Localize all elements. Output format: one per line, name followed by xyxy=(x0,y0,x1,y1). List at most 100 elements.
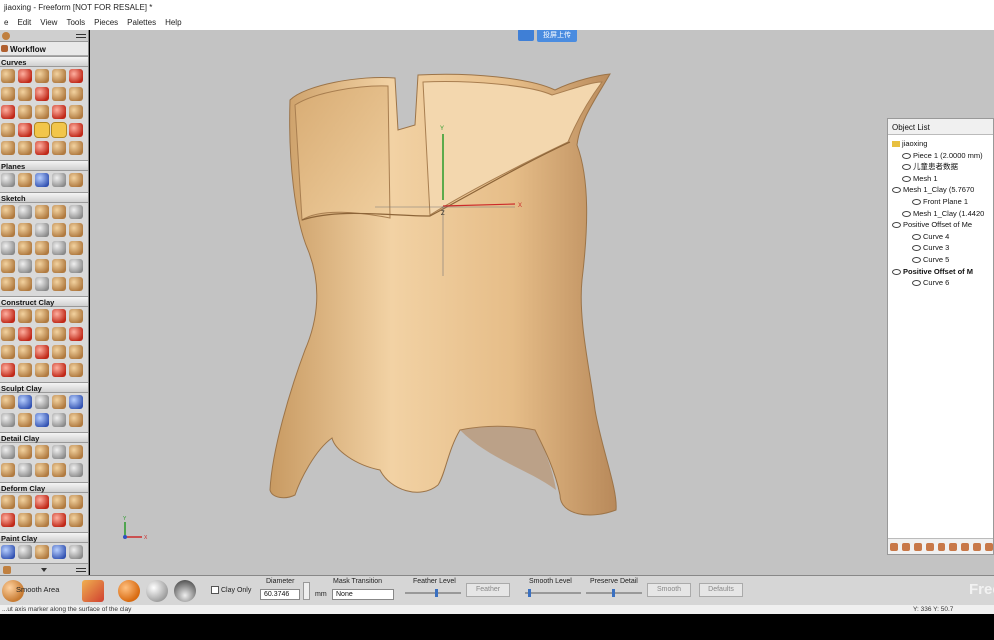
ol-tool-icon[interactable] xyxy=(985,542,994,551)
ol-tool-icon[interactable] xyxy=(973,542,982,551)
palette-tool-icon[interactable] xyxy=(1,345,15,359)
palette-tool-icon[interactable] xyxy=(1,463,15,477)
palette-tool-icon[interactable] xyxy=(69,123,83,137)
palette-tool-icon[interactable] xyxy=(1,205,15,219)
palette-tool-icon[interactable] xyxy=(18,105,32,119)
palette-tool-icon[interactable] xyxy=(18,363,32,377)
palette-tool-icon[interactable] xyxy=(69,345,83,359)
palette-tool-icon[interactable] xyxy=(69,327,83,341)
palette-tool-icon[interactable] xyxy=(18,241,32,255)
palette-tool-icon[interactable] xyxy=(69,69,83,83)
palette-tool-icon[interactable] xyxy=(1,105,15,119)
palette-section-header[interactable]: Sculpt Clay xyxy=(0,382,88,393)
palette-tool-icon[interactable] xyxy=(1,141,15,155)
palette-tool-icon[interactable] xyxy=(69,495,83,509)
palette-tool-icon[interactable] xyxy=(1,123,15,137)
palette-section-header[interactable]: Paint Clay xyxy=(0,532,88,543)
palette-tool-icon[interactable] xyxy=(35,87,49,101)
palette-section-header[interactable]: Deform Clay xyxy=(0,482,88,493)
palette-tool-icon[interactable] xyxy=(35,173,49,187)
palette-tool-icon[interactable] xyxy=(35,223,49,237)
palette-tool-icon[interactable] xyxy=(35,545,49,559)
palette-tool-icon[interactable] xyxy=(35,363,49,377)
palette-tool-icon[interactable] xyxy=(1,395,15,409)
diameter-input[interactable]: 60.3746 xyxy=(260,589,300,600)
palette-tool-icon[interactable] xyxy=(52,513,66,527)
clay-material-icon[interactable] xyxy=(118,580,140,602)
folder-icon[interactable] xyxy=(892,141,900,148)
visibility-eye-icon[interactable] xyxy=(912,198,921,205)
3d-viewport[interactable]: 投屏上传 Y Z X Y X xyxy=(90,30,994,575)
palette-tool-icon[interactable] xyxy=(18,123,32,137)
object-list-item[interactable]: Mesh 1_Clay (1.4420 xyxy=(888,208,993,220)
object-list-item[interactable]: Curve 3 xyxy=(888,242,993,254)
object-list-item[interactable]: Positive Offset of M xyxy=(888,266,993,278)
palette-gear-icon[interactable] xyxy=(3,565,11,574)
palette-tool-icon[interactable] xyxy=(52,277,66,291)
palette-grip-icon[interactable] xyxy=(76,33,86,38)
menu-edit[interactable]: Edit xyxy=(17,18,31,28)
smooth-level-slider[interactable] xyxy=(525,589,581,597)
ol-tool-icon[interactable] xyxy=(949,542,958,551)
palette-tool-icon[interactable] xyxy=(35,69,49,83)
object-list-item[interactable]: Positive Offset of Me xyxy=(888,219,993,231)
palette-tool-icon[interactable] xyxy=(52,141,66,155)
palette-tool-icon[interactable] xyxy=(52,105,66,119)
palette-tool-icon[interactable] xyxy=(1,413,15,427)
palette-tool-icon[interactable] xyxy=(69,259,83,273)
palette-tool-icon[interactable] xyxy=(1,241,15,255)
palette-tool-icon[interactable] xyxy=(18,513,32,527)
palette-tool-icon[interactable] xyxy=(35,495,49,509)
palette-tool-icon[interactable] xyxy=(52,463,66,477)
palette-tool-icon[interactable] xyxy=(35,345,49,359)
palette-tool-icon[interactable] xyxy=(35,463,49,477)
visibility-eye-icon[interactable] xyxy=(892,222,901,229)
palette-tool-icon[interactable] xyxy=(18,545,32,559)
palette-tool-icon[interactable] xyxy=(1,545,15,559)
palette-section-header[interactable]: Sketch xyxy=(0,192,88,203)
palette-tool-icon[interactable] xyxy=(35,395,49,409)
object-list-item[interactable]: jiaoxing xyxy=(888,138,993,150)
palette-tool-icon[interactable] xyxy=(1,173,15,187)
palette-tool-icon[interactable] xyxy=(52,495,66,509)
palette-tool-icon[interactable] xyxy=(69,309,83,323)
smooth-button[interactable]: Smooth xyxy=(647,583,691,597)
ol-tool-icon[interactable] xyxy=(913,542,922,551)
palette-tool-icon[interactable] xyxy=(69,141,83,155)
feather-level-slider[interactable] xyxy=(405,589,461,597)
visibility-eye-icon[interactable] xyxy=(912,245,921,252)
palette-tool-icon[interactable] xyxy=(18,413,32,427)
diameter-stepper[interactable] xyxy=(303,582,310,600)
palette-tool-icon[interactable] xyxy=(1,259,15,273)
palette-tool-icon[interactable] xyxy=(69,463,83,477)
palette-tool-icon[interactable] xyxy=(35,413,49,427)
palette-tool-icon[interactable] xyxy=(52,363,66,377)
palette-tool-icon[interactable] xyxy=(52,309,66,323)
palette-tool-icon[interactable] xyxy=(69,87,83,101)
ol-tool-icon[interactable] xyxy=(890,542,898,551)
brush-icon[interactable] xyxy=(82,580,104,602)
palette-tool-icon[interactable] xyxy=(18,327,32,341)
palette-tool-icon[interactable] xyxy=(35,445,49,459)
ol-tool-icon[interactable] xyxy=(937,542,946,551)
palette-tool-icon[interactable] xyxy=(35,277,49,291)
ol-tool-icon[interactable] xyxy=(925,542,934,551)
mask-sphere-icon[interactable] xyxy=(174,580,196,602)
palette-tool-icon[interactable] xyxy=(52,87,66,101)
visibility-eye-icon[interactable] xyxy=(892,187,901,194)
palette-section-header[interactable]: Planes xyxy=(0,160,88,171)
palette-tool-icon[interactable] xyxy=(52,327,66,341)
palette-tool-icon[interactable] xyxy=(52,223,66,237)
preserve-detail-slider[interactable] xyxy=(586,589,642,597)
palette-tool-icon[interactable] xyxy=(52,345,66,359)
palette-tool-icon[interactable] xyxy=(1,223,15,237)
palette-tool-icon[interactable] xyxy=(18,69,32,83)
palette-tool-icon[interactable] xyxy=(35,105,49,119)
smooth-sphere-icon[interactable] xyxy=(146,580,168,602)
palette-tool-icon[interactable] xyxy=(18,259,32,273)
palette-tool-icon[interactable] xyxy=(1,87,15,101)
palette-tool-icon[interactable] xyxy=(52,395,66,409)
workflow-header[interactable]: Workflow xyxy=(0,42,88,56)
palette-scroll-down-icon[interactable] xyxy=(40,567,47,572)
palette-tool-icon[interactable] xyxy=(52,259,66,273)
